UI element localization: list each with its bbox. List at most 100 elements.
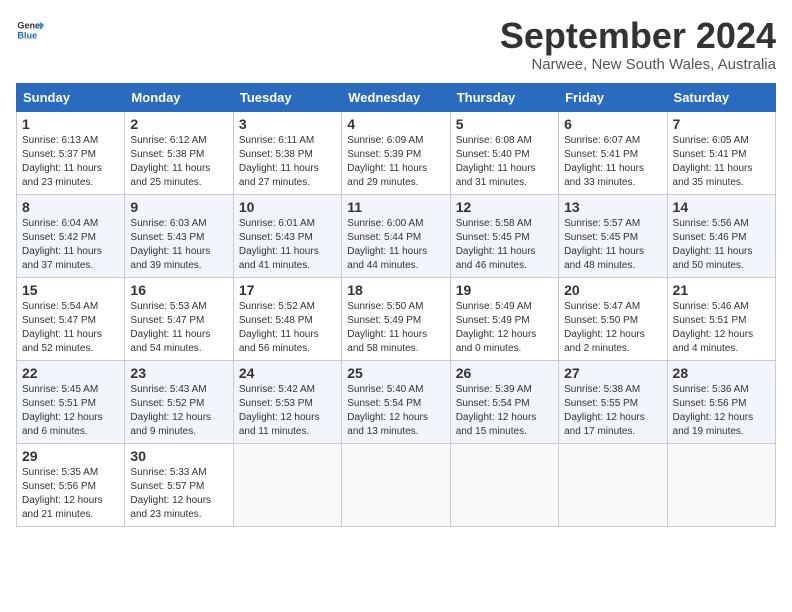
calendar-cell: 16 Sunrise: 5:53 AM Sunset: 5:47 PM Dayl…	[125, 277, 233, 360]
page-header: General Blue September 2024 Narwee, New …	[16, 16, 776, 73]
day-number: 21	[673, 282, 770, 298]
day-info: Sunrise: 5:36 AM Sunset: 5:56 PM Dayligh…	[673, 383, 770, 439]
day-info: Sunrise: 5:40 AM Sunset: 5:54 PM Dayligh…	[347, 383, 444, 439]
day-info: Sunrise: 5:35 AM Sunset: 5:56 PM Dayligh…	[22, 466, 119, 522]
day-number: 7	[673, 116, 770, 132]
day-number: 15	[22, 282, 119, 298]
calendar-cell: 29 Sunrise: 5:35 AM Sunset: 5:56 PM Dayl…	[17, 443, 125, 526]
calendar-cell: 10 Sunrise: 6:01 AM Sunset: 5:43 PM Dayl…	[233, 194, 341, 277]
day-number: 6	[564, 116, 661, 132]
calendar-week-3: 15 Sunrise: 5:54 AM Sunset: 5:47 PM Dayl…	[17, 277, 776, 360]
weekday-header-row: SundayMondayTuesdayWednesdayThursdayFrid…	[17, 83, 776, 111]
day-number: 3	[239, 116, 336, 132]
day-number: 20	[564, 282, 661, 298]
day-info: Sunrise: 5:57 AM Sunset: 5:45 PM Dayligh…	[564, 217, 661, 273]
day-info: Sunrise: 6:05 AM Sunset: 5:41 PM Dayligh…	[673, 134, 770, 190]
calendar-cell: 6 Sunrise: 6:07 AM Sunset: 5:41 PM Dayli…	[559, 111, 667, 194]
day-number: 13	[564, 199, 661, 215]
day-info: Sunrise: 5:42 AM Sunset: 5:53 PM Dayligh…	[239, 383, 336, 439]
weekday-header-saturday: Saturday	[667, 83, 775, 111]
weekday-header-thursday: Thursday	[450, 83, 558, 111]
day-number: 17	[239, 282, 336, 298]
calendar-cell: 19 Sunrise: 5:49 AM Sunset: 5:49 PM Dayl…	[450, 277, 558, 360]
day-info: Sunrise: 5:58 AM Sunset: 5:45 PM Dayligh…	[456, 217, 553, 273]
day-info: Sunrise: 5:50 AM Sunset: 5:49 PM Dayligh…	[347, 300, 444, 356]
calendar-week-2: 8 Sunrise: 6:04 AM Sunset: 5:42 PM Dayli…	[17, 194, 776, 277]
calendar-week-4: 22 Sunrise: 5:45 AM Sunset: 5:51 PM Dayl…	[17, 360, 776, 443]
calendar-cell: 4 Sunrise: 6:09 AM Sunset: 5:39 PM Dayli…	[342, 111, 450, 194]
calendar-cell: 9 Sunrise: 6:03 AM Sunset: 5:43 PM Dayli…	[125, 194, 233, 277]
day-number: 18	[347, 282, 444, 298]
calendar-cell: 22 Sunrise: 5:45 AM Sunset: 5:51 PM Dayl…	[17, 360, 125, 443]
location: Narwee, New South Wales, Australia	[500, 56, 776, 73]
calendar-cell: 2 Sunrise: 6:12 AM Sunset: 5:38 PM Dayli…	[125, 111, 233, 194]
day-number: 14	[673, 199, 770, 215]
calendar-cell: 21 Sunrise: 5:46 AM Sunset: 5:51 PM Dayl…	[667, 277, 775, 360]
day-info: Sunrise: 5:43 AM Sunset: 5:52 PM Dayligh…	[130, 383, 227, 439]
calendar-cell: 1 Sunrise: 6:13 AM Sunset: 5:37 PM Dayli…	[17, 111, 125, 194]
calendar-cell	[559, 443, 667, 526]
calendar-cell: 20 Sunrise: 5:47 AM Sunset: 5:50 PM Dayl…	[559, 277, 667, 360]
weekday-header-tuesday: Tuesday	[233, 83, 341, 111]
day-info: Sunrise: 5:33 AM Sunset: 5:57 PM Dayligh…	[130, 466, 227, 522]
day-info: Sunrise: 6:08 AM Sunset: 5:40 PM Dayligh…	[456, 134, 553, 190]
title-block: September 2024 Narwee, New South Wales, …	[500, 16, 776, 73]
calendar-cell: 24 Sunrise: 5:42 AM Sunset: 5:53 PM Dayl…	[233, 360, 341, 443]
day-number: 11	[347, 199, 444, 215]
day-info: Sunrise: 6:09 AM Sunset: 5:39 PM Dayligh…	[347, 134, 444, 190]
day-info: Sunrise: 5:52 AM Sunset: 5:48 PM Dayligh…	[239, 300, 336, 356]
calendar-cell: 30 Sunrise: 5:33 AM Sunset: 5:57 PM Dayl…	[125, 443, 233, 526]
calendar-cell	[667, 443, 775, 526]
day-number: 5	[456, 116, 553, 132]
day-number: 29	[22, 448, 119, 464]
day-info: Sunrise: 5:45 AM Sunset: 5:51 PM Dayligh…	[22, 383, 119, 439]
day-info: Sunrise: 6:00 AM Sunset: 5:44 PM Dayligh…	[347, 217, 444, 273]
month-year: September 2024	[500, 16, 776, 56]
day-info: Sunrise: 5:39 AM Sunset: 5:54 PM Dayligh…	[456, 383, 553, 439]
day-info: Sunrise: 6:04 AM Sunset: 5:42 PM Dayligh…	[22, 217, 119, 273]
calendar-cell: 25 Sunrise: 5:40 AM Sunset: 5:54 PM Dayl…	[342, 360, 450, 443]
day-number: 27	[564, 365, 661, 381]
calendar-week-1: 1 Sunrise: 6:13 AM Sunset: 5:37 PM Dayli…	[17, 111, 776, 194]
calendar-cell	[450, 443, 558, 526]
calendar-cell: 18 Sunrise: 5:50 AM Sunset: 5:49 PM Dayl…	[342, 277, 450, 360]
weekday-header-friday: Friday	[559, 83, 667, 111]
calendar-cell	[342, 443, 450, 526]
day-number: 8	[22, 199, 119, 215]
day-number: 12	[456, 199, 553, 215]
day-info: Sunrise: 6:12 AM Sunset: 5:38 PM Dayligh…	[130, 134, 227, 190]
day-info: Sunrise: 6:07 AM Sunset: 5:41 PM Dayligh…	[564, 134, 661, 190]
calendar-cell: 12 Sunrise: 5:58 AM Sunset: 5:45 PM Dayl…	[450, 194, 558, 277]
day-info: Sunrise: 6:11 AM Sunset: 5:38 PM Dayligh…	[239, 134, 336, 190]
weekday-header-wednesday: Wednesday	[342, 83, 450, 111]
weekday-header-monday: Monday	[125, 83, 233, 111]
calendar-cell: 7 Sunrise: 6:05 AM Sunset: 5:41 PM Dayli…	[667, 111, 775, 194]
calendar-cell: 17 Sunrise: 5:52 AM Sunset: 5:48 PM Dayl…	[233, 277, 341, 360]
calendar-week-5: 29 Sunrise: 5:35 AM Sunset: 5:56 PM Dayl…	[17, 443, 776, 526]
calendar-cell: 14 Sunrise: 5:56 AM Sunset: 5:46 PM Dayl…	[667, 194, 775, 277]
day-info: Sunrise: 6:01 AM Sunset: 5:43 PM Dayligh…	[239, 217, 336, 273]
day-number: 24	[239, 365, 336, 381]
calendar-table: SundayMondayTuesdayWednesdayThursdayFrid…	[16, 83, 776, 527]
day-number: 10	[239, 199, 336, 215]
calendar-cell	[233, 443, 341, 526]
weekday-header-sunday: Sunday	[17, 83, 125, 111]
svg-text:Blue: Blue	[17, 30, 37, 40]
calendar-cell: 28 Sunrise: 5:36 AM Sunset: 5:56 PM Dayl…	[667, 360, 775, 443]
day-info: Sunrise: 5:38 AM Sunset: 5:55 PM Dayligh…	[564, 383, 661, 439]
calendar-cell: 3 Sunrise: 6:11 AM Sunset: 5:38 PM Dayli…	[233, 111, 341, 194]
calendar-cell: 15 Sunrise: 5:54 AM Sunset: 5:47 PM Dayl…	[17, 277, 125, 360]
logo-icon: General Blue	[16, 16, 44, 44]
calendar-cell: 11 Sunrise: 6:00 AM Sunset: 5:44 PM Dayl…	[342, 194, 450, 277]
day-number: 9	[130, 199, 227, 215]
day-number: 19	[456, 282, 553, 298]
day-number: 23	[130, 365, 227, 381]
day-number: 30	[130, 448, 227, 464]
calendar-cell: 26 Sunrise: 5:39 AM Sunset: 5:54 PM Dayl…	[450, 360, 558, 443]
day-info: Sunrise: 5:56 AM Sunset: 5:46 PM Dayligh…	[673, 217, 770, 273]
day-number: 22	[22, 365, 119, 381]
calendar-cell: 27 Sunrise: 5:38 AM Sunset: 5:55 PM Dayl…	[559, 360, 667, 443]
day-number: 28	[673, 365, 770, 381]
day-info: Sunrise: 6:13 AM Sunset: 5:37 PM Dayligh…	[22, 134, 119, 190]
day-info: Sunrise: 5:46 AM Sunset: 5:51 PM Dayligh…	[673, 300, 770, 356]
